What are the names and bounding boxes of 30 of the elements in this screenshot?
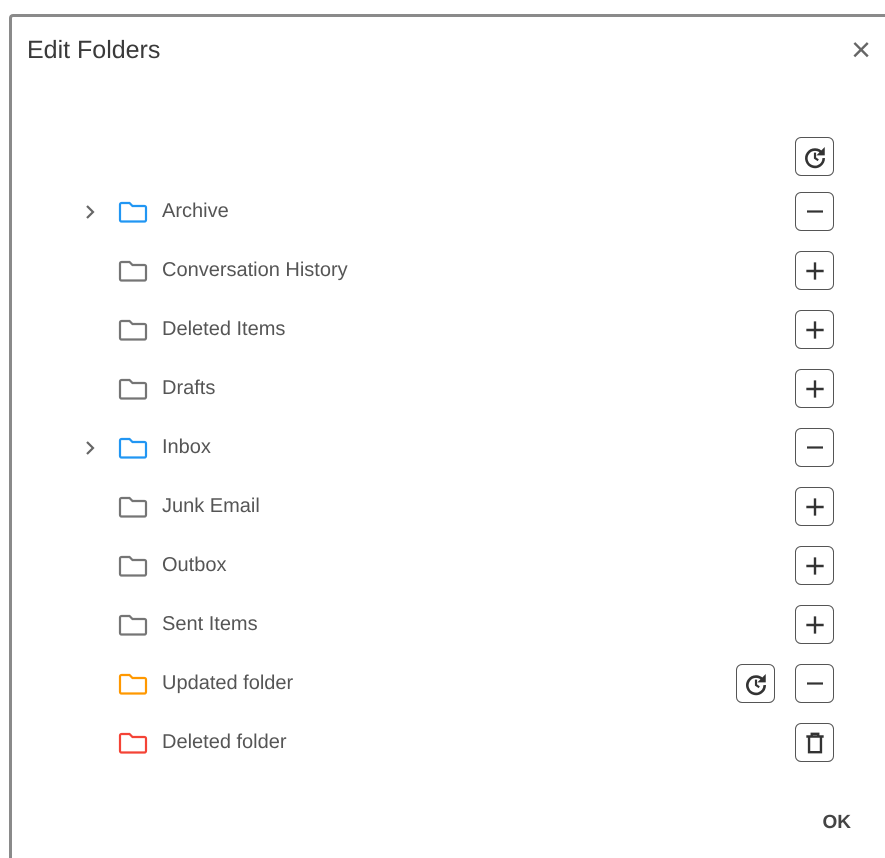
minus-button[interactable] — [795, 428, 834, 467]
plus-button[interactable] — [795, 369, 834, 408]
minus-button[interactable] — [795, 664, 834, 703]
plus-button[interactable] — [795, 605, 834, 644]
minus-button[interactable] — [795, 192, 834, 231]
plus-button[interactable] — [795, 487, 834, 526]
reset-button[interactable] — [795, 137, 834, 176]
plus-button[interactable] — [795, 310, 834, 349]
plus-button[interactable] — [795, 546, 834, 585]
minus-icon — [804, 682, 824, 685]
chevron-right-icon[interactable] — [83, 438, 97, 456]
folder-name: Conversation History — [162, 259, 349, 282]
folder-name: Deleted folder — [162, 731, 288, 754]
folder-name: Deleted Items — [162, 318, 286, 341]
ok-button[interactable]: OK — [818, 806, 855, 840]
folder-name: Drafts — [162, 377, 216, 400]
folder-name: Sent Items — [162, 613, 259, 636]
trash-button[interactable] — [795, 723, 834, 762]
minus-icon — [804, 446, 824, 449]
folder-name: Junk Email — [162, 495, 261, 518]
folder-name: Archive — [162, 200, 230, 223]
minus-icon — [804, 210, 824, 213]
folder-name: Updated folder — [162, 672, 294, 695]
folder-name: Outbox — [162, 554, 228, 577]
close-button[interactable]: × — [847, 33, 875, 67]
plus-button[interactable] — [795, 251, 834, 290]
dialog-title: Edit Folders — [27, 36, 160, 64]
folder-name: Inbox — [162, 436, 212, 459]
reset-button[interactable] — [736, 664, 775, 703]
chevron-right-icon[interactable] — [83, 202, 97, 220]
